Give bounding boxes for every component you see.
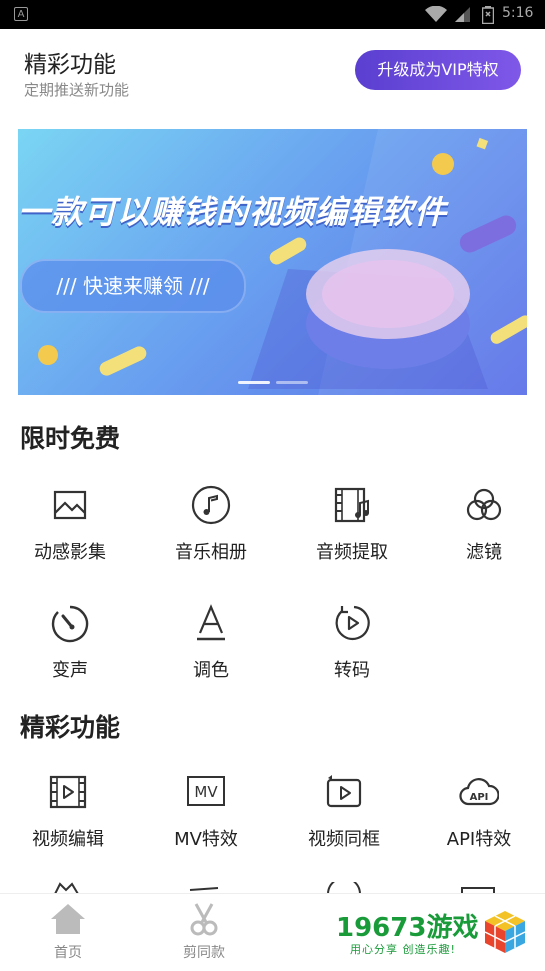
feature-label: 视频编辑: [32, 829, 104, 850]
section-title-free: 限时免费: [20, 424, 121, 453]
video-duet-icon: [326, 775, 362, 808]
feature-label: 动感影集: [34, 542, 106, 563]
feature-label: 滤镜: [466, 542, 502, 563]
tab-label: 剪同款: [183, 945, 225, 961]
home-icon: [51, 904, 85, 934]
svg-text:API: API: [470, 792, 489, 803]
transcode-icon: [335, 605, 370, 641]
feature-label: 视频同框: [308, 829, 380, 850]
svg-text:MV: MV: [194, 783, 218, 801]
feature-label: 调色: [193, 660, 229, 681]
site-watermark-logo: 19673游戏 用心分享 创造乐趣!: [320, 895, 545, 970]
scissors-icon: [190, 903, 218, 936]
tab-same-style[interactable]: 剪同款: [164, 902, 244, 962]
api-cloud-icon: API: [459, 778, 499, 806]
banner-headline: 一款可以赚钱的视频编辑软件: [18, 193, 448, 231]
signal-icon: [455, 7, 470, 22]
feature-filter[interactable]: 滤镜: [419, 485, 545, 564]
feature-video-duet[interactable]: 视频同框: [279, 772, 409, 851]
video-edit-icon: [49, 775, 87, 809]
page-title: 精彩功能: [24, 52, 116, 78]
promo-banner[interactable]: 一款可以赚钱的视频编辑软件 /// 快速来赚领 ///: [18, 129, 527, 395]
feature-color-adjust[interactable]: 调色: [146, 603, 276, 682]
feature-mv-effect[interactable]: MV MV特效: [141, 772, 271, 851]
feature-label: 变声: [52, 660, 88, 681]
watermark-text: 19673游戏: [336, 913, 479, 943]
banner-pill: /// 快速来赚领 ///: [20, 259, 246, 313]
battery-icon: [482, 6, 494, 24]
status-bar: A 5:16: [0, 0, 545, 29]
filter-icon: [466, 488, 502, 521]
feature-photo-album[interactable]: 动感影集: [5, 485, 135, 564]
mv-icon: MV: [187, 776, 225, 806]
carousel-indicator: [238, 381, 314, 395]
feature-api-effect[interactable]: API API特效: [414, 772, 544, 851]
page-header: 精彩功能 定期推送新功能 升级成为VIP特权: [0, 29, 545, 119]
carousel-dot: [276, 381, 308, 384]
page-subtitle: 定期推送新功能: [24, 81, 130, 99]
upgrade-vip-button[interactable]: 升级成为VIP特权: [355, 50, 521, 90]
watermark-slogan: 用心分享 创造乐趣!: [350, 943, 456, 956]
feature-label: API特效: [446, 829, 512, 850]
feature-label: 音频提取: [316, 542, 388, 563]
voice-change-icon: [51, 605, 89, 643]
carousel-dot-active: [238, 381, 270, 384]
status-time: 5:16: [502, 5, 534, 21]
wifi-icon: [425, 6, 447, 22]
feature-music-album[interactable]: 音乐相册: [146, 485, 276, 564]
feature-video-edit[interactable]: 视频编辑: [3, 772, 133, 851]
feature-label: 转码: [334, 660, 370, 681]
photo-album-icon: [53, 490, 87, 520]
tab-home[interactable]: 首页: [28, 902, 108, 962]
feature-label: MV特效: [174, 829, 238, 850]
feature-label: 音乐相册: [175, 542, 247, 563]
tab-label: 首页: [54, 945, 82, 961]
section-title-features: 精彩功能: [20, 713, 121, 742]
feature-voice-change[interactable]: 变声: [5, 603, 135, 682]
music-note-icon: [191, 485, 231, 525]
feature-transcode[interactable]: 转码: [287, 603, 417, 682]
color-adjust-icon: [197, 604, 225, 641]
cube-logo-icon: [484, 911, 526, 953]
feature-audio-extract[interactable]: 音频提取: [287, 485, 417, 564]
audio-extract-icon: [334, 487, 369, 523]
app-notification-icon: A: [14, 7, 28, 21]
